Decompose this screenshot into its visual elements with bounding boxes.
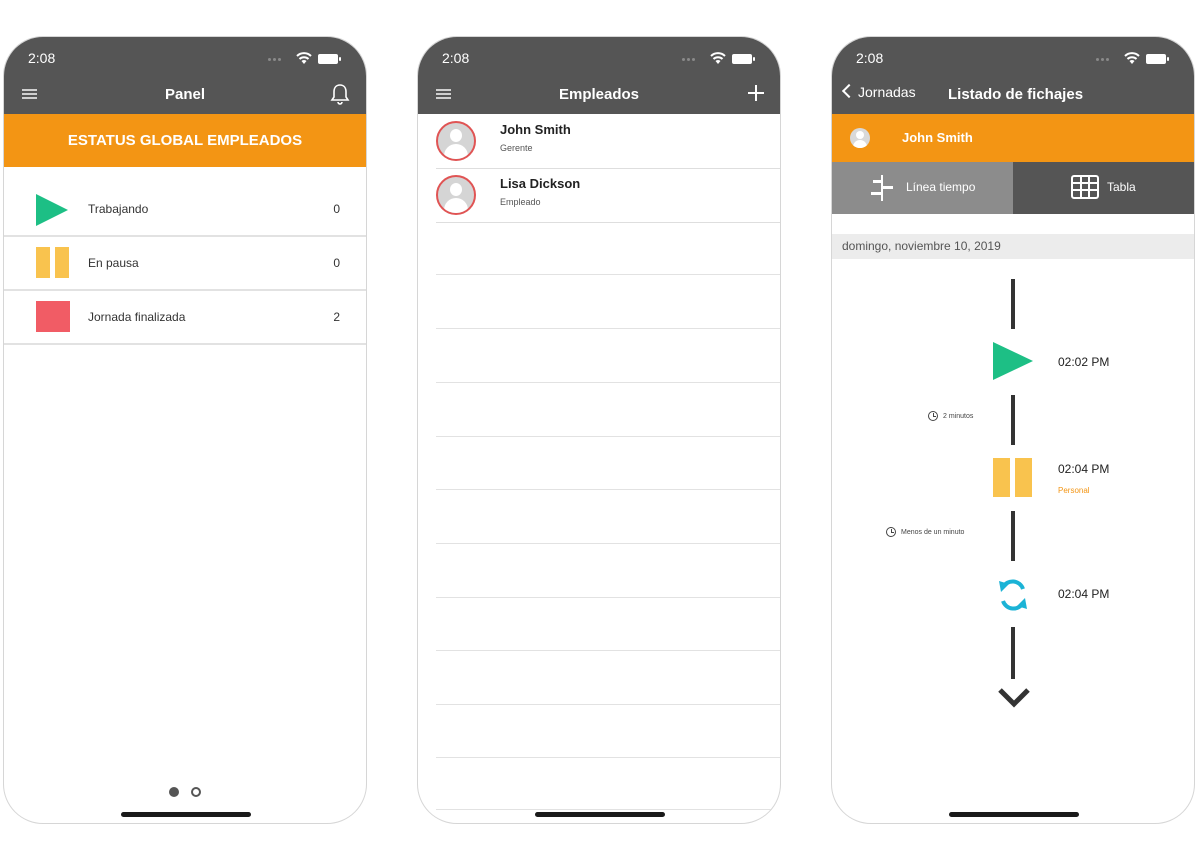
signal-dot [1101, 58, 1104, 61]
avatar [436, 121, 476, 161]
page-dot[interactable] [191, 787, 201, 797]
status-row-finished[interactable]: Jornada finalizada 2 [4, 291, 366, 345]
tab-table[interactable]: Tabla [1013, 162, 1194, 214]
tab-label: Tabla [1107, 180, 1136, 194]
chevron-down-icon[interactable] [997, 687, 1031, 709]
status-count: 0 [333, 202, 340, 216]
table-icon [1071, 175, 1099, 199]
signal-dot [1096, 58, 1099, 61]
list-divider [436, 489, 780, 490]
sync-icon [999, 579, 1027, 611]
top-bar: 2:08 Empleados [418, 37, 780, 114]
chevron-left-icon [841, 83, 857, 99]
wifi-icon [710, 52, 726, 64]
page-indicator[interactable] [4, 784, 366, 802]
employee-role: Empleado [500, 197, 541, 207]
timeline-line [1011, 395, 1015, 445]
clock-icon [928, 411, 938, 421]
wifi-icon [1124, 52, 1140, 64]
add-employee-icon[interactable] [748, 85, 764, 101]
signal-dot [692, 58, 695, 61]
user-banner: John Smith [832, 114, 1194, 162]
tab-label: Línea tiempo [906, 180, 976, 194]
list-divider [436, 757, 780, 758]
pause-icon [993, 458, 1035, 497]
phone-screen-clock-records: 2:08 Jornadas Listado de fichajes John S… [831, 36, 1195, 824]
list-divider [436, 436, 780, 437]
status-label: En pausa [88, 256, 139, 270]
status-row-working[interactable]: Trabajando 0 [4, 183, 366, 237]
employee-name: John Smith [500, 122, 571, 137]
battery-icon [318, 54, 341, 64]
play-icon [993, 342, 1033, 380]
status-count: 0 [333, 256, 340, 270]
list-divider [436, 650, 780, 651]
event-time: 02:04 PM [1058, 587, 1110, 601]
status-indicators [268, 52, 344, 66]
status-indicators [1096, 52, 1172, 66]
status-row-paused[interactable]: En pausa 0 [4, 237, 366, 291]
list-divider [436, 382, 780, 383]
stop-icon [36, 301, 70, 332]
home-indicator [535, 812, 665, 817]
status-indicators [682, 52, 758, 66]
event-time: 02:04 PM [1058, 462, 1110, 476]
timeline-line [1011, 279, 1015, 329]
signal-dot [687, 58, 690, 61]
tab-timeline[interactable]: Línea tiempo [832, 162, 1013, 214]
timeline-icon [871, 175, 893, 201]
event-note: Personal [1058, 486, 1090, 495]
list-divider [436, 809, 780, 810]
nav-title: Panel [164, 86, 206, 103]
signal-dot [273, 58, 276, 61]
status-time: 2:08 [28, 50, 56, 66]
signal-dot [278, 58, 281, 61]
timeline-line [1011, 511, 1015, 561]
top-bar: 2:08 Panel [4, 37, 366, 114]
signal-dot [682, 58, 685, 61]
clock-icon [886, 527, 896, 537]
signal-dot [268, 58, 271, 61]
user-avatar [850, 128, 870, 148]
nav-title: Empleados [558, 86, 640, 103]
list-divider [436, 597, 780, 598]
date-header: domingo, noviembre 10, 2019 [832, 234, 1194, 259]
list-divider [436, 543, 780, 544]
employee-row[interactable]: John Smith Gerente [436, 115, 780, 169]
employee-role: Gerente [500, 143, 533, 153]
duration-label: 2 minutos [928, 411, 973, 421]
wifi-icon [296, 52, 312, 64]
status-label: Trabajando [88, 202, 149, 216]
home-indicator [121, 812, 251, 817]
status-time: 2:08 [856, 50, 884, 66]
user-name: John Smith [902, 130, 973, 145]
timeline-line [1011, 627, 1015, 679]
signal-dot [1106, 58, 1109, 61]
employee-name: Lisa Dickson [500, 176, 581, 191]
duration-label: Menos de un minuto [886, 527, 964, 537]
page-dot-active[interactable] [169, 787, 179, 797]
status-time: 2:08 [442, 50, 470, 66]
pause-icon [36, 247, 69, 278]
list-divider [436, 328, 780, 329]
bell-icon[interactable] [330, 83, 350, 105]
back-button-label: Jornadas [858, 84, 916, 100]
status-count: 2 [333, 310, 340, 324]
global-status-banner: ESTATUS GLOBAL EMPLEADOS [4, 114, 366, 167]
nav-title: Listado de fichajes [948, 86, 1084, 103]
list-divider [436, 274, 780, 275]
phone-screen-panel: 2:08 Panel ESTATUS GLOBAL EMPLEADOS Trab… [3, 36, 367, 824]
play-icon [36, 194, 68, 226]
top-bar: 2:08 Jornadas Listado de fichajes [832, 37, 1194, 114]
employee-row[interactable]: Lisa Dickson Empleado [436, 169, 780, 223]
status-label: Jornada finalizada [88, 310, 186, 324]
phone-screen-employees: 2:08 Empleados John Smith Gerente Lisa D… [417, 36, 781, 824]
back-button[interactable]: Jornadas [841, 83, 916, 100]
avatar [436, 175, 476, 215]
event-time: 02:02 PM [1058, 355, 1110, 369]
battery-icon [1146, 54, 1169, 64]
list-divider [436, 704, 780, 705]
battery-icon [732, 54, 755, 64]
home-indicator [949, 812, 1079, 817]
